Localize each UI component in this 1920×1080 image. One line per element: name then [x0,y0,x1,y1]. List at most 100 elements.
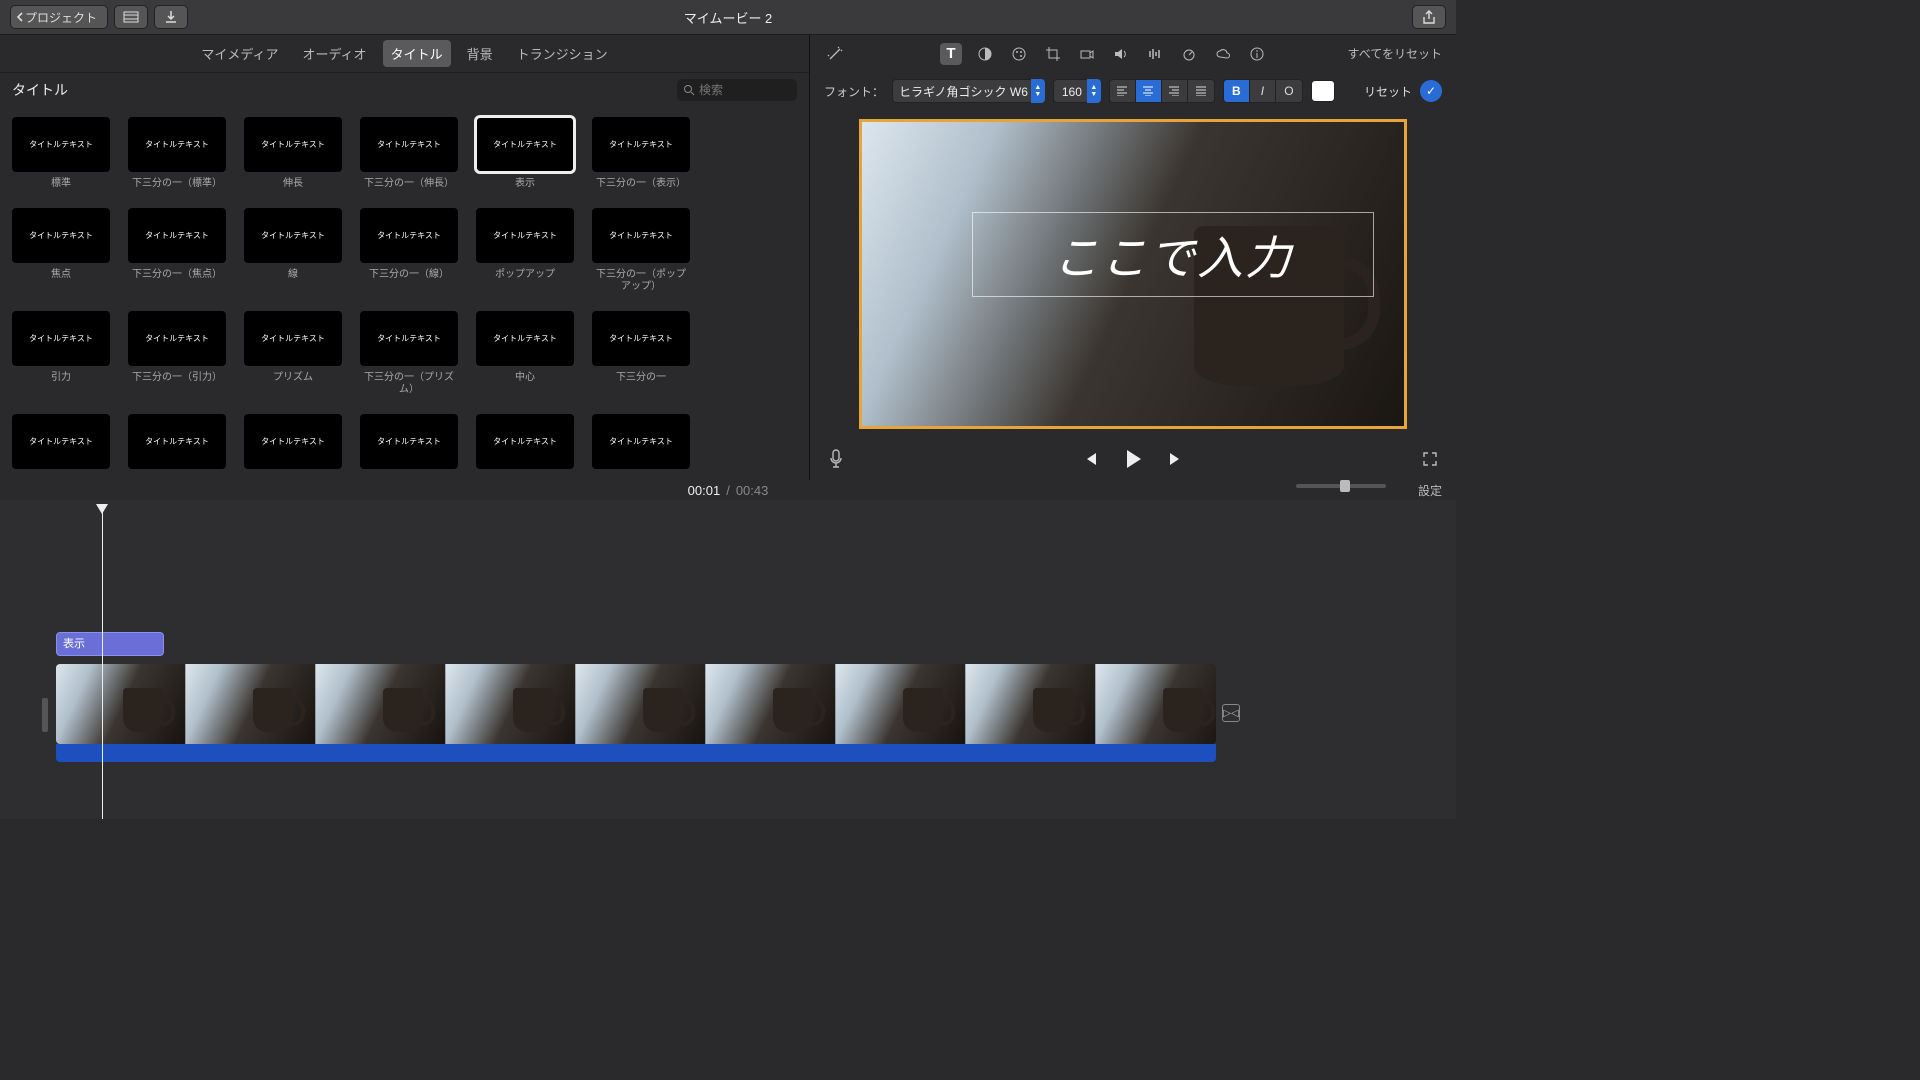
title-tile[interactable]: タイトルテキストポップアップ [476,208,574,293]
title-tile[interactable]: タイトルテキスト下三分の一（表示） [592,117,690,190]
title-tile[interactable]: タイトルテキスト下三分の一（引力） [128,311,226,396]
title-tile-label: 下三分の一 [616,372,666,384]
align-right-button[interactable] [1162,80,1188,102]
crop-button[interactable] [1042,43,1064,65]
time-separator: / [726,483,730,498]
search-input[interactable] [699,83,779,97]
bold-button[interactable]: B [1224,80,1250,102]
title-tile-label: ポップアップ [495,269,555,281]
playhead[interactable] [102,506,103,819]
align-left-button[interactable] [1110,80,1136,102]
reset-all-button[interactable]: すべてをリセット [1348,45,1442,62]
tab-audio[interactable]: オーディオ [294,40,374,67]
title-tile-label: 下三分の一（表示） [596,178,686,190]
audio-track[interactable] [56,744,1216,762]
prev-button[interactable] [1081,450,1099,468]
filter-button[interactable] [1212,43,1234,65]
title-tile[interactable]: タイトルテキスト [244,414,342,475]
next-button[interactable] [1167,450,1185,468]
color-swatch[interactable] [1311,80,1335,102]
title-tile-label: 下三分の一（引力） [132,372,222,384]
title-thumbnail: タイトルテキスト [12,117,110,172]
title-tile[interactable]: タイトルテキスト線 [244,208,342,293]
play-button[interactable] [1121,447,1145,471]
title-tile[interactable]: タイトルテキスト下三分の一（ポップアップ） [592,208,690,293]
title-tile-label: 焦点 [51,269,71,281]
speed-button[interactable] [1178,43,1200,65]
reset-button[interactable]: リセット [1364,83,1412,100]
title-tile[interactable]: タイトルテキスト中心 [476,311,574,396]
title-thumbnail: タイトルテキスト [476,117,574,172]
zoom-knob[interactable] [1340,480,1350,492]
align-justify-icon [1195,86,1207,96]
title-thumbnail: タイトルテキスト [244,117,342,172]
font-size-field[interactable]: 160 [1053,79,1091,103]
apply-button[interactable]: ✓ [1420,80,1442,102]
tab-titles[interactable]: タイトル [383,40,451,67]
noise-reduce-button[interactable] [1144,43,1166,65]
title-tile[interactable]: タイトルテキスト引力 [12,311,110,396]
share-button[interactable] [1412,5,1446,29]
stepper-icon[interactable]: ▲▼ [1031,79,1045,103]
color-balance-button[interactable] [974,43,996,65]
title-text-box[interactable]: ここで入力 [972,212,1374,297]
title-tile[interactable]: タイトルテキスト [592,414,690,475]
italic-button[interactable]: I [1250,80,1276,102]
font-select[interactable]: ヒラギノ角ゴシック W6 [892,79,1035,103]
title-tile[interactable]: タイトルテキスト下三分の一（伸長） [360,117,458,190]
title-text[interactable]: ここで入力 [1053,222,1293,288]
title-thumbnail: タイトルテキスト [476,208,574,263]
half-circle-icon [977,46,993,62]
transition-handle[interactable]: ▷◁ [1222,704,1240,722]
magic-wand-button[interactable] [824,43,846,65]
track-handle[interactable] [42,698,48,732]
info-button[interactable] [1246,43,1268,65]
title-tile[interactable]: タイトルテキスト [128,414,226,475]
title-tile[interactable]: タイトルテキスト下三分の一 [592,311,690,396]
title-tile[interactable]: タイトルテキストプリズム [244,311,342,396]
title-tile-label: 下三分の一（伸長） [364,178,454,190]
text-inspector-button[interactable]: T [940,43,962,65]
title-tile[interactable]: タイトルテキスト下三分の一（焦点） [128,208,226,293]
outline-button[interactable]: O [1276,80,1302,102]
back-to-projects-button[interactable]: プロジェクト [10,5,108,29]
voiceover-button[interactable] [828,449,844,469]
video-preview[interactable]: ここで入力 [859,119,1407,429]
title-tile[interactable]: タイトルテキスト焦点 [12,208,110,293]
video-frame [576,664,706,744]
timeline[interactable]: 表示 ▷◁ [0,500,1456,819]
equalizer-icon [1147,46,1163,62]
volume-button[interactable] [1110,43,1132,65]
media-library-button[interactable] [114,5,148,29]
video-clip[interactable] [56,664,1216,744]
title-tile[interactable]: タイトルテキスト下三分の一（プリズム） [360,311,458,396]
title-tile[interactable]: タイトルテキスト [476,414,574,475]
align-justify-button[interactable] [1188,80,1214,102]
title-tile[interactable]: タイトルテキスト下三分の一（標準） [128,117,226,190]
font-label: フォント： [824,83,884,100]
fullscreen-button[interactable] [1422,451,1438,467]
video-frame [446,664,576,744]
video-frame [56,664,186,744]
tab-backgrounds[interactable]: 背景 [459,40,501,67]
zoom-slider[interactable] [1296,484,1386,488]
title-tile[interactable]: タイトルテキスト表示 [476,117,574,190]
import-button[interactable] [154,5,188,29]
title-tile[interactable]: タイトルテキスト [12,414,110,475]
text-format-bar: フォント： ヒラギノ角ゴシック W6 ▲▼ 160 ▲▼ B I O [810,72,1456,110]
title-tile[interactable]: タイトルテキスト標準 [12,117,110,190]
timeline-settings-button[interactable]: 設定 [1418,482,1442,499]
tab-my-media[interactable]: マイメディア [193,40,286,67]
stepper-icon[interactable]: ▲▼ [1087,79,1101,103]
crop-icon [1045,46,1061,62]
stabilize-button[interactable] [1076,43,1098,65]
title-tile[interactable]: タイトルテキスト [360,414,458,475]
title-tile[interactable]: タイトルテキスト伸長 [244,117,342,190]
search-field[interactable] [677,79,797,101]
color-correction-button[interactable] [1008,43,1030,65]
tab-transitions[interactable]: トランジション [509,40,616,67]
title-tile-label: 下三分の一（ポップアップ） [592,269,690,293]
title-tile[interactable]: タイトルテキスト下三分の一（線） [360,208,458,293]
align-center-button[interactable] [1136,80,1162,102]
title-clip[interactable]: 表示 [56,632,164,656]
